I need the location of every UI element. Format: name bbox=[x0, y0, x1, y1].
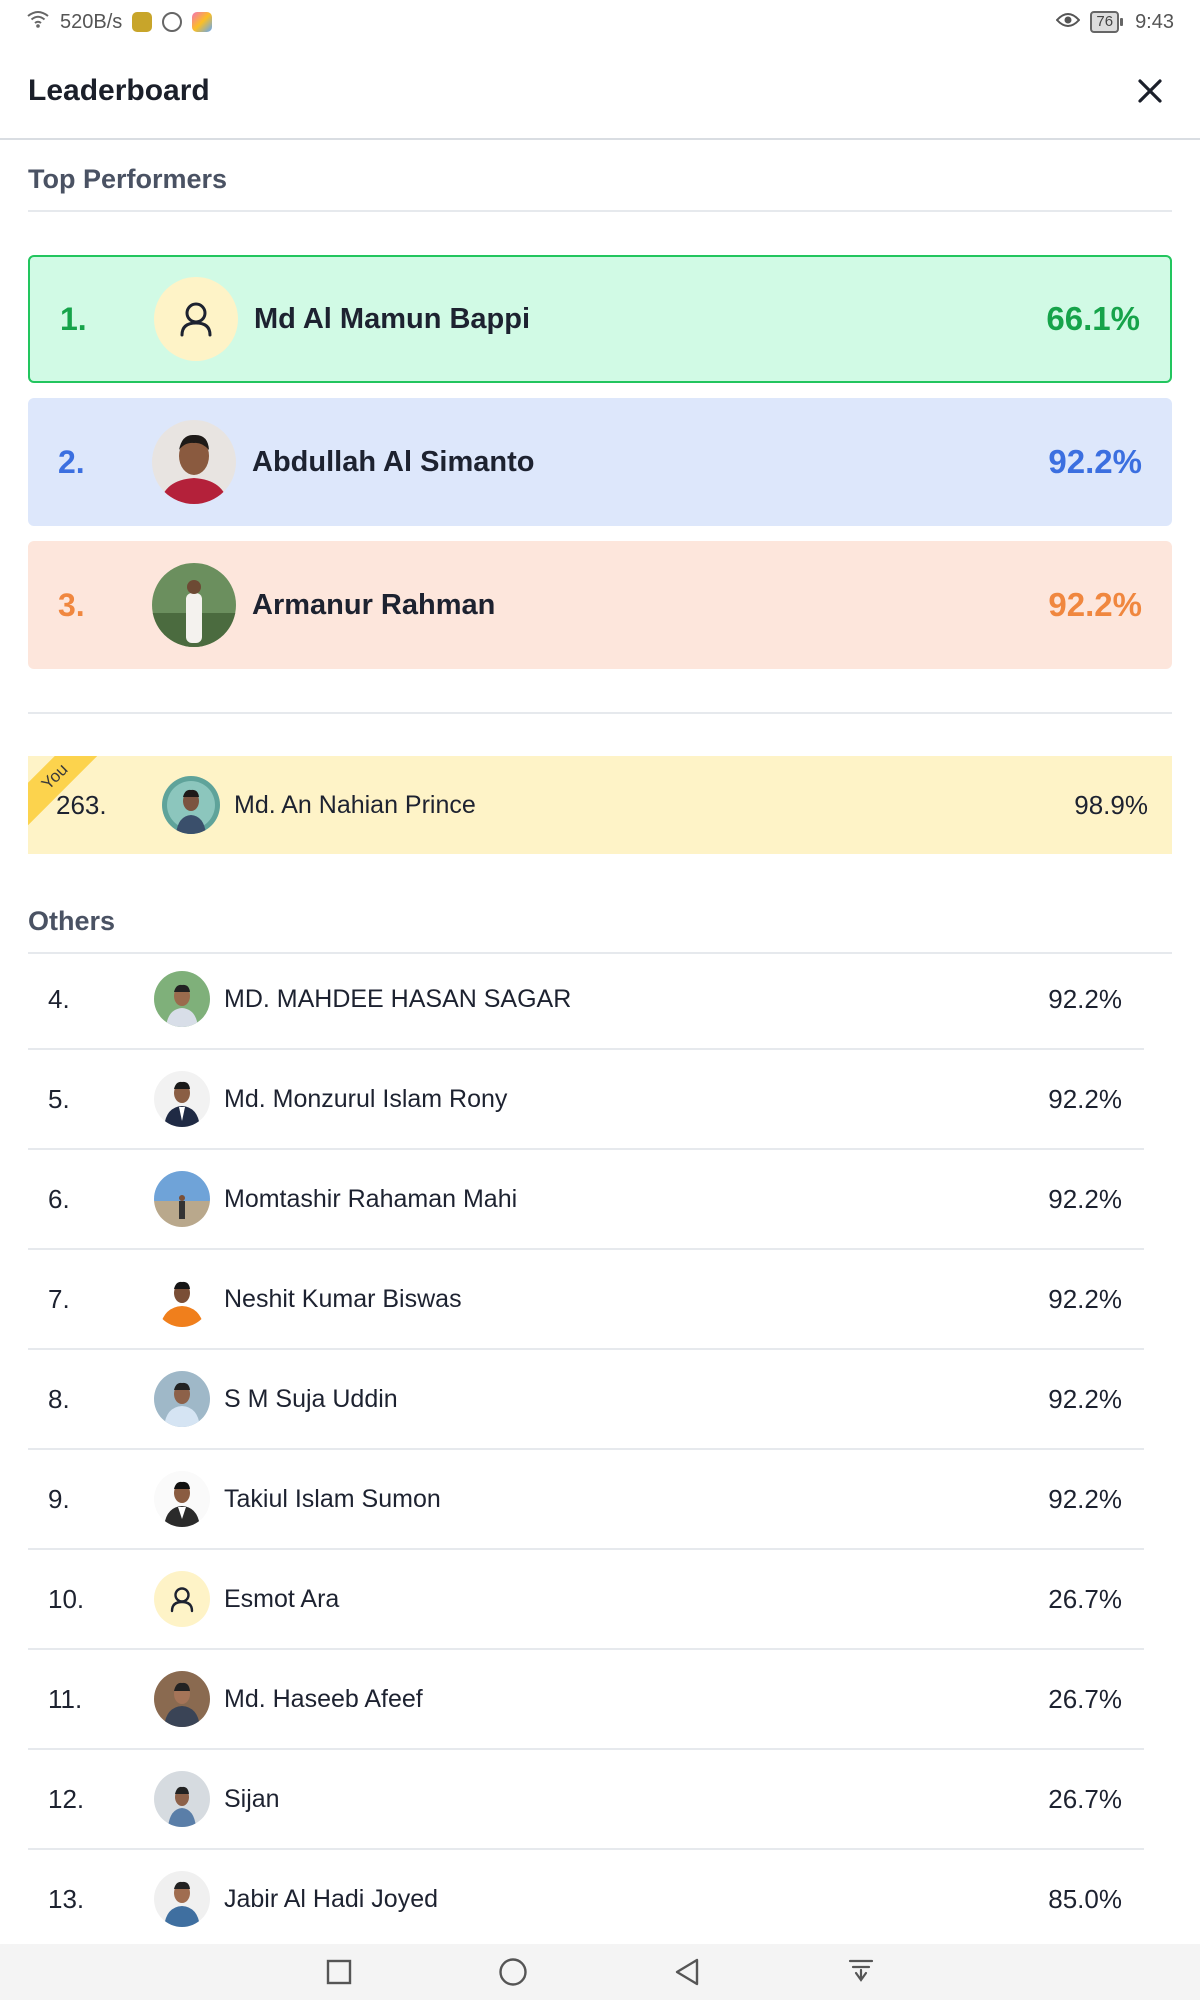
rank: 6. bbox=[48, 1183, 70, 1214]
performer-score: 92.2% bbox=[1048, 443, 1142, 480]
rank: 4. bbox=[48, 983, 70, 1014]
status-right: 76 9:43 bbox=[1056, 11, 1174, 34]
net-speed: 520B/s bbox=[60, 10, 123, 33]
divider bbox=[28, 712, 1172, 714]
download-notification-icon bbox=[162, 12, 183, 32]
circle-home-icon bbox=[499, 1958, 527, 1986]
battery-indicator: 76 bbox=[1090, 11, 1123, 33]
top-performer-card-1[interactable]: 1. Md Al Mamun Bappi 66.1% bbox=[28, 255, 1172, 383]
divider bbox=[28, 210, 1172, 212]
participant-score: 92.2% bbox=[1048, 1083, 1122, 1114]
avatar bbox=[154, 1771, 210, 1827]
avatar bbox=[154, 1671, 210, 1727]
participant-score: 26.7% bbox=[1048, 1783, 1122, 1814]
eye-icon bbox=[1056, 11, 1081, 34]
page-title: Leaderboard bbox=[28, 74, 210, 107]
current-user-row[interactable]: You 263. Md. An Nahian Prince 98.9% bbox=[28, 756, 1172, 854]
participant-score: 92.2% bbox=[1048, 1283, 1122, 1314]
rank: 9. bbox=[48, 1483, 70, 1514]
participant-score: 92.2% bbox=[1048, 1383, 1122, 1414]
list-item[interactable]: 7. Neshit Kumar Biswas 92.2% bbox=[28, 1250, 1144, 1350]
rank: 12. bbox=[48, 1783, 85, 1814]
avatar bbox=[154, 1471, 210, 1527]
avatar bbox=[154, 971, 210, 1027]
list-item[interactable]: 8. S M Suja Uddin 92.2% bbox=[28, 1350, 1144, 1450]
app-notification-icon bbox=[132, 12, 153, 32]
top-performer-card-2[interactable]: 2. Abdullah Al Simanto 92.2% bbox=[28, 398, 1172, 526]
user-placeholder-icon bbox=[154, 277, 238, 361]
performer-name: Armanur Rahman bbox=[252, 588, 496, 621]
list-item[interactable]: 4. MD. MAHDEE HASAN SAGAR 92.2% bbox=[28, 950, 1144, 1050]
clock: 9:43 bbox=[1135, 10, 1174, 33]
rank: 11. bbox=[48, 1683, 83, 1714]
others-title: Others bbox=[28, 906, 116, 936]
participant-name: Md. Haseeb Afeef bbox=[224, 1684, 423, 1713]
list-item[interactable]: 11. Md. Haseeb Afeef 26.7% bbox=[28, 1650, 1144, 1750]
close-button[interactable] bbox=[1128, 69, 1172, 113]
notification-pull-icon bbox=[848, 1959, 874, 1982]
recent-apps-button[interactable] bbox=[321, 1954, 357, 1990]
top-performers-title: Top Performers bbox=[28, 164, 228, 194]
others-list: 4. MD. MAHDEE HASAN SAGAR 92.2% 5. Md. M… bbox=[28, 950, 1144, 1950]
system-navigation-bar bbox=[0, 1944, 1200, 2000]
list-item[interactable]: 12. Sijan 26.7% bbox=[28, 1750, 1144, 1850]
user-name: Md. An Nahian Prince bbox=[234, 790, 476, 819]
close-icon bbox=[1138, 79, 1162, 103]
participant-name: S M Suja Uddin bbox=[224, 1384, 398, 1413]
avatar bbox=[154, 1871, 210, 1927]
avatar bbox=[154, 1171, 210, 1227]
participant-name: Neshit Kumar Biswas bbox=[224, 1284, 462, 1313]
participant-name: Momtashir Rahaman Mahi bbox=[224, 1184, 518, 1213]
list-item[interactable]: 6. Momtashir Rahaman Mahi 92.2% bbox=[28, 1150, 1144, 1250]
back-button[interactable] bbox=[669, 1954, 705, 1990]
participant-score: 92.2% bbox=[1048, 983, 1122, 1014]
avatar bbox=[154, 1071, 210, 1127]
participant-name: Jabir Al Hadi Joyed bbox=[224, 1884, 439, 1913]
participant-name: Md. Monzurul Islam Rony bbox=[224, 1084, 508, 1113]
rank: 8. bbox=[48, 1383, 70, 1414]
list-item[interactable]: 9. Takiul Islam Sumon 92.2% bbox=[28, 1450, 1144, 1550]
performer-name: Md Al Mamun Bappi bbox=[254, 302, 531, 335]
participant-name: Sijan bbox=[224, 1784, 280, 1813]
top-performer-card-3[interactable]: 3. Armanur Rahman 92.2% bbox=[28, 541, 1172, 669]
rank: 10. bbox=[48, 1583, 85, 1614]
triangle-back-icon bbox=[675, 1958, 699, 1986]
avatar bbox=[152, 420, 236, 504]
avatar bbox=[154, 1371, 210, 1427]
app-badge-icon bbox=[192, 12, 213, 32]
participant-name: MD. MAHDEE HASAN SAGAR bbox=[224, 984, 572, 1013]
performer-name: Abdullah Al Simanto bbox=[252, 445, 535, 478]
rank: 3. bbox=[58, 586, 85, 623]
list-item[interactable]: 13. Jabir Al Hadi Joyed 85.0% bbox=[28, 1850, 1144, 1950]
list-item[interactable]: 10. Esmot Ara 26.7% bbox=[28, 1550, 1144, 1650]
square-recent-icon bbox=[326, 1959, 352, 1985]
rank: 7. bbox=[48, 1283, 70, 1314]
avatar bbox=[152, 563, 236, 647]
participant-score: 26.7% bbox=[1048, 1583, 1122, 1614]
participant-name: Esmot Ara bbox=[224, 1584, 340, 1613]
wifi-icon bbox=[26, 9, 50, 35]
rank: 263. bbox=[56, 789, 107, 820]
status-left: 520B/s bbox=[26, 9, 213, 35]
header: Leaderboard bbox=[0, 44, 1200, 140]
user-score: 98.9% bbox=[1074, 789, 1148, 820]
rank: 5. bbox=[48, 1083, 70, 1114]
avatar bbox=[162, 776, 220, 834]
status-bar: 520B/s 76 9:43 bbox=[0, 0, 1200, 44]
home-button[interactable] bbox=[495, 1954, 531, 1990]
participant-score: 92.2% bbox=[1048, 1483, 1122, 1514]
notification-pull-button[interactable] bbox=[843, 1954, 879, 1990]
performer-score: 66.1% bbox=[1046, 300, 1140, 337]
performer-score: 92.2% bbox=[1048, 586, 1142, 623]
participant-name: Takiul Islam Sumon bbox=[224, 1484, 441, 1513]
rank: 2. bbox=[58, 443, 85, 480]
participant-score: 26.7% bbox=[1048, 1683, 1122, 1714]
participant-score: 92.2% bbox=[1048, 1183, 1122, 1214]
rank: 1. bbox=[60, 300, 87, 337]
rank: 13. bbox=[48, 1883, 85, 1914]
avatar bbox=[154, 1271, 210, 1327]
list-item[interactable]: 5. Md. Monzurul Islam Rony 92.2% bbox=[28, 1050, 1144, 1150]
participant-score: 85.0% bbox=[1048, 1883, 1122, 1914]
user-placeholder-icon bbox=[154, 1571, 210, 1627]
